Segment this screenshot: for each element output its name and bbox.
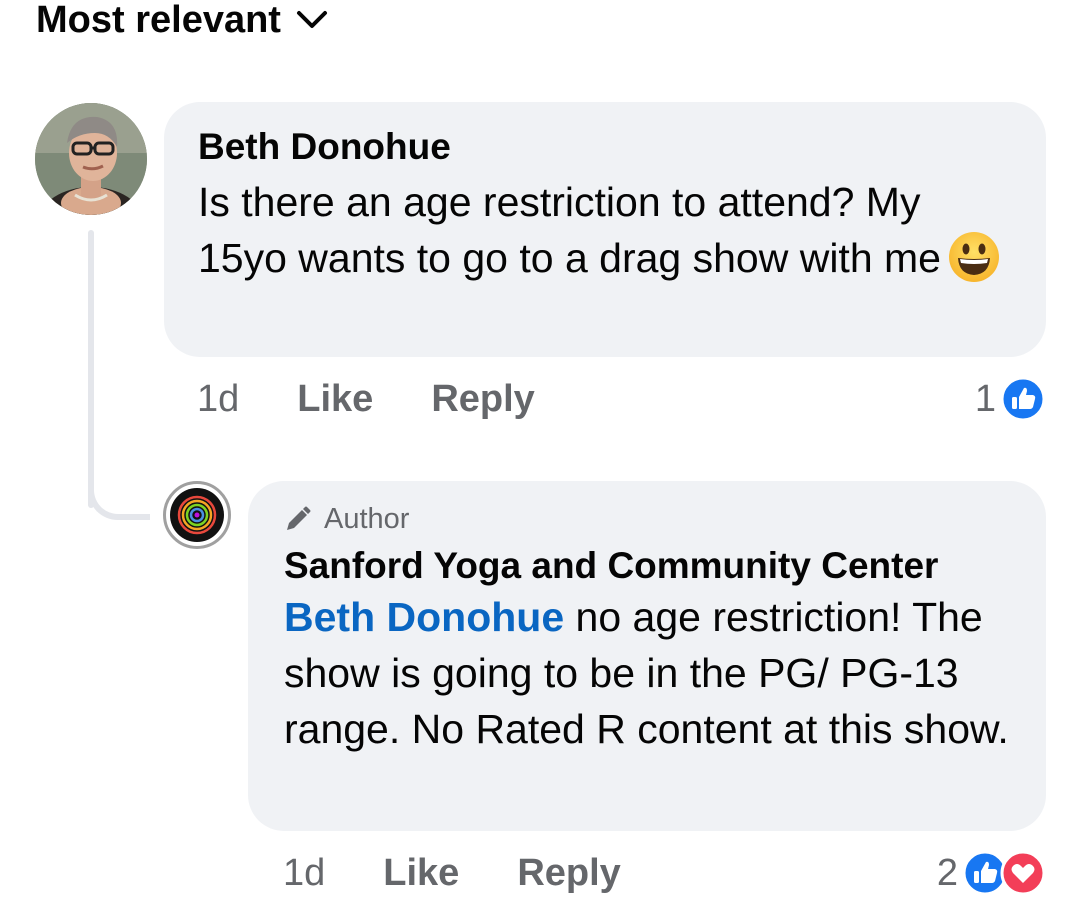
reply-button[interactable]: Reply bbox=[431, 378, 534, 421]
author-badge: Author bbox=[284, 499, 1010, 539]
reaction-summary[interactable]: 1 bbox=[975, 374, 1046, 424]
love-reaction-icon bbox=[1000, 850, 1046, 896]
grinning-face-emoji-icon bbox=[948, 232, 999, 282]
comment-timestamp[interactable]: 1d bbox=[197, 378, 239, 421]
comments-section: Most relevant Beth Donohue Is there an a… bbox=[0, 0, 1080, 911]
like-button[interactable]: Like bbox=[383, 852, 459, 895]
reply-button[interactable]: Reply bbox=[517, 852, 620, 895]
comment-author[interactable]: Beth Donohue bbox=[198, 124, 1012, 170]
comment-text-content: Is there an age restriction to attend? M… bbox=[198, 179, 941, 281]
avatar[interactable] bbox=[163, 481, 231, 549]
reply-bubble: Author Sanford Yoga and Community Center… bbox=[248, 481, 1046, 831]
reaction-icons bbox=[962, 850, 1046, 896]
reaction-summary[interactable]: 2 bbox=[937, 848, 1046, 898]
author-badge-label: Author bbox=[324, 503, 410, 535]
reaction-count: 2 bbox=[936, 851, 958, 894]
mention-link[interactable]: Beth Donohue bbox=[284, 594, 564, 640]
sort-dropdown[interactable]: Most relevant bbox=[36, 0, 329, 41]
sort-label: Most relevant bbox=[36, 0, 281, 41]
pencil-icon bbox=[287, 506, 311, 530]
comment-text: Is there an age restriction to attend? M… bbox=[198, 174, 1012, 286]
comment-text: Beth Donohue no age restriction! The sho… bbox=[284, 589, 1010, 757]
chevron-down-icon bbox=[296, 11, 327, 28]
comment-actions: 1d Like Reply bbox=[197, 374, 535, 424]
page-logo bbox=[170, 488, 224, 542]
thread-line bbox=[88, 230, 94, 508]
comment-bubble: Beth Donohue Is there an age restriction… bbox=[164, 102, 1046, 357]
profile-photo bbox=[35, 103, 147, 215]
comment-timestamp[interactable]: 1d bbox=[283, 852, 325, 895]
thread-line-branch bbox=[88, 488, 150, 520]
comment-author[interactable]: Sanford Yoga and Community Center bbox=[284, 543, 1010, 589]
comment-actions: 1d Like Reply bbox=[283, 848, 621, 898]
reaction-count: 1 bbox=[974, 377, 996, 420]
mandala-logo-icon bbox=[177, 495, 217, 535]
avatar[interactable] bbox=[35, 103, 147, 215]
like-reaction-icon bbox=[1000, 376, 1046, 422]
like-button[interactable]: Like bbox=[297, 378, 373, 421]
